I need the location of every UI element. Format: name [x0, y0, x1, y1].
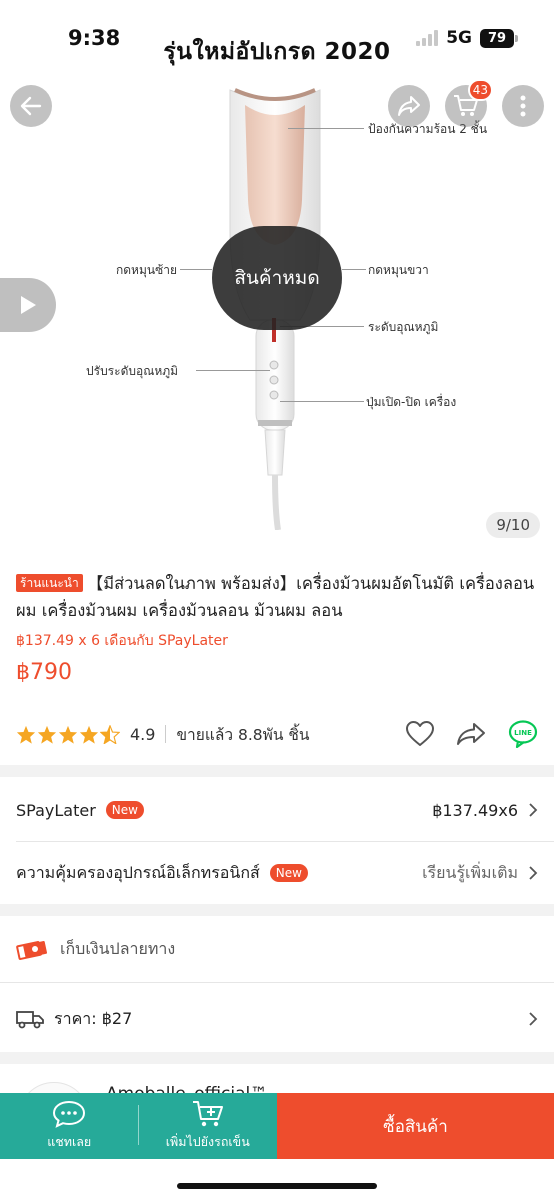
more-options-button[interactable]: [502, 85, 544, 127]
learn-more-link[interactable]: เรียนรู้เพิ่มเติม: [422, 861, 518, 886]
sold-out-overlay: สินค้าหมด: [212, 226, 342, 330]
annotation-temp-level: ระดับอุณหภูมิ: [368, 320, 439, 334]
rating-stars: [16, 724, 120, 744]
add-cart-icon: [192, 1101, 223, 1127]
divider: [16, 841, 554, 842]
bottom-action-bar: แชทเลย เพิ่มไปยังรถเข็น ซื้อสินค้า: [0, 1093, 554, 1159]
arrow-left-icon: [20, 96, 42, 116]
section-gap: [0, 765, 554, 777]
cod-label: เก็บเงินปลายทาง: [60, 938, 176, 958]
section-gap: [0, 904, 554, 916]
more-vertical-icon: [520, 95, 526, 117]
share-top-button[interactable]: [388, 85, 430, 127]
section-gap: [0, 1052, 554, 1064]
star-icon: [58, 725, 78, 744]
new-badge: New: [105, 801, 144, 819]
home-indicator: [177, 1183, 377, 1189]
chat-button[interactable]: แชทเลย: [0, 1093, 139, 1159]
spaylater-label: SPayLater: [16, 800, 96, 820]
divider: [0, 982, 554, 983]
truck-icon: [16, 1011, 44, 1029]
chat-label: แชทเลย: [47, 1134, 92, 1149]
electronics-protection-row[interactable]: ความคุ้มครองอุปกรณ์อิเล็กทรอนิกส์ New เร…: [0, 844, 554, 902]
share-icon[interactable]: [456, 722, 486, 746]
battery-icon: 79: [480, 28, 518, 48]
back-button[interactable]: [10, 85, 52, 127]
protection-label: ความคุ้มครองอุปกรณ์อิเล็กทรอนิกส์: [16, 862, 260, 882]
installment-text: ฿137.49 x 6 เดือนกับ SPayLater: [16, 633, 228, 649]
buy-now-button[interactable]: ซื้อสินค้า: [277, 1093, 554, 1159]
chat-icon: [53, 1100, 86, 1128]
product-price: ฿790: [16, 660, 72, 685]
rating-row: 4.9 ขายแล้ว 8.8พัน ชิ้น LINE: [0, 716, 554, 752]
network-type: 5G: [446, 28, 472, 48]
heart-icon[interactable]: [406, 721, 434, 747]
add-cart-label: เพิ่มไปยังรถเข็น: [165, 1134, 250, 1149]
product-title: 【มีส่วนลดในภาพ พร้อมส่ง】เครื่องม้วนผมอัต…: [16, 574, 535, 620]
signal-icon: [416, 30, 439, 46]
divider: [138, 1105, 139, 1145]
cart-button[interactable]: 43: [445, 79, 493, 127]
product-actions: LINE: [406, 720, 538, 748]
svg-text:LINE: LINE: [514, 729, 532, 737]
product-info: ร้านแนะนำ 【มีส่วนลดในภาพ พร้อมส่ง】เครื่อง…: [0, 552, 554, 748]
share-icon: [398, 96, 420, 116]
chevron-right-icon: [529, 803, 538, 817]
chevron-right-icon: [529, 1012, 538, 1026]
spaylater-row[interactable]: SPayLater New ฿137.49x6: [0, 782, 554, 838]
recommended-shop-badge: ร้านแนะนำ: [16, 574, 83, 592]
star-icon: [79, 725, 99, 744]
cod-row: เก็บเงินปลายทาง: [0, 920, 554, 978]
annotation-power-button: ปุ่มเปิด-ปิด เครื่อง: [366, 395, 457, 409]
product-title-block: ร้านแนะนำ 【มีส่วนลดในภาพ พร้อมส่ง】เครื่อง…: [0, 552, 554, 624]
star-icon: [16, 725, 36, 744]
annotation-rotate-left: กดหมุนซ้าย: [116, 263, 177, 277]
cash-icon: [16, 941, 48, 960]
star-icon: [37, 725, 57, 744]
image-counter: 9/10: [486, 512, 540, 538]
new-badge: New: [269, 864, 308, 882]
divider: [165, 725, 167, 743]
status-indicators: 5G 79: [416, 28, 518, 48]
status-time: 9:38: [68, 26, 121, 50]
play-icon: [21, 296, 36, 314]
cart-count-badge: 43: [467, 79, 493, 101]
sold-count: ขายแล้ว 8.8พัน ชิ้น: [176, 725, 310, 744]
play-video-button[interactable]: [0, 278, 56, 332]
line-share-icon[interactable]: LINE: [508, 720, 538, 748]
annotation-adjust-temp: ปรับระดับอุณหภูมิ: [86, 364, 179, 378]
add-to-cart-button[interactable]: เพิ่มไปยังรถเข็น: [139, 1093, 278, 1159]
shipping-row[interactable]: ราคา: ฿27: [0, 990, 554, 1048]
annotation-rotate-right: กดหมุนขวา: [368, 263, 429, 277]
spaylater-value: ฿137.49x6: [432, 800, 518, 820]
half-star-icon: [100, 724, 120, 744]
shop-section[interactable]: Amoballe_official™: [0, 1066, 554, 1094]
chevron-right-icon: [529, 866, 538, 880]
shipping-price: ราคา: ฿27: [54, 1008, 133, 1028]
rating-value: 4.9: [130, 724, 156, 744]
